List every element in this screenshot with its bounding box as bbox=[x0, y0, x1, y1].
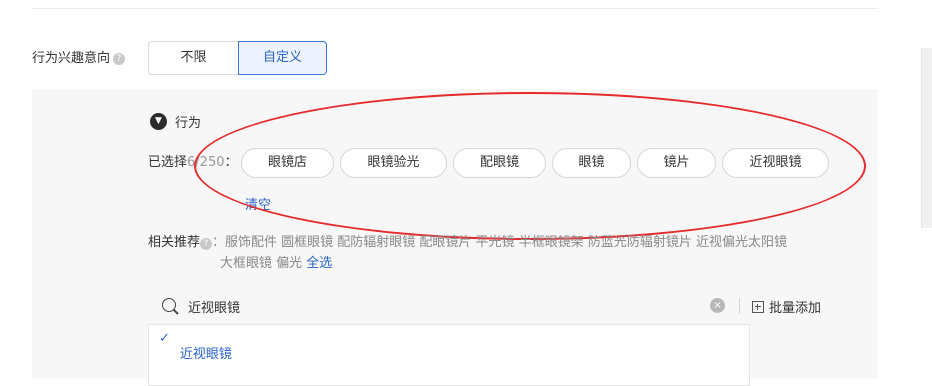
search-icon bbox=[162, 298, 176, 312]
custom-option[interactable]: 自定义 bbox=[238, 41, 327, 75]
scrollbar-thumb[interactable] bbox=[921, 48, 932, 228]
behavior-interest-label: 行为兴趣意向 ? bbox=[32, 49, 126, 69]
help-icon[interactable]: ? bbox=[113, 53, 126, 65]
clear-search-icon[interactable]: × bbox=[710, 298, 725, 313]
behavior-interest-label-text: 行为兴趣意向 bbox=[32, 51, 111, 66]
behavior-category-header[interactable]: ▼ 行为 bbox=[150, 112, 201, 131]
batch-add-button[interactable]: 批量添加 bbox=[752, 297, 821, 316]
checkmark-icon: ✓ bbox=[159, 331, 170, 346]
batch-add-label: 批量添加 bbox=[769, 301, 822, 316]
recommend-colon: ： bbox=[212, 235, 226, 250]
dropdown-item[interactable]: ✓ 近视眼镜 bbox=[159, 331, 232, 362]
targeting-mode-toggle[interactable]: 不限 自定义 bbox=[148, 41, 327, 75]
annotation-ellipse bbox=[194, 92, 866, 240]
search-input[interactable]: 近视眼镜 bbox=[188, 297, 240, 316]
unlimited-option[interactable]: 不限 bbox=[148, 41, 238, 75]
scrollbar-track[interactable] bbox=[920, 0, 932, 377]
search-divider bbox=[739, 298, 740, 314]
recommendations: 相关推荐? ：服饰配件 圆框眼镜 配防辐射眼镜 配眼镜片 平光镜 半框眼镜架 防蓝… bbox=[148, 232, 848, 274]
recommend-label: 相关推荐 bbox=[148, 235, 201, 250]
select-all-link[interactable]: 全选 bbox=[306, 256, 332, 271]
batch-add-icon bbox=[752, 300, 764, 313]
keyword-search-bar[interactable]: 近视眼镜 × 批量添加 bbox=[148, 288, 866, 324]
collapse-chevron-icon[interactable]: ▼ bbox=[150, 113, 167, 130]
top-divider bbox=[32, 8, 878, 9]
dropdown-item-label[interactable]: 近视眼镜 bbox=[180, 343, 232, 362]
behavior-category-title: 行为 bbox=[175, 116, 202, 131]
recommend-help-icon[interactable]: ? bbox=[200, 238, 213, 250]
recommend-terms-line2[interactable]: 大框眼镜 偏光 bbox=[220, 256, 302, 271]
recommend-terms-line2-wrap: 大框眼镜 偏光 全选 bbox=[148, 253, 848, 274]
selected-label-text: 已选择 bbox=[148, 155, 188, 170]
recommend-terms-line1[interactable]: 服饰配件 圆框眼镜 配防辐射眼镜 配眼镜片 平光镜 半框眼镜架 防蓝光防辐射镜片… bbox=[225, 235, 787, 250]
